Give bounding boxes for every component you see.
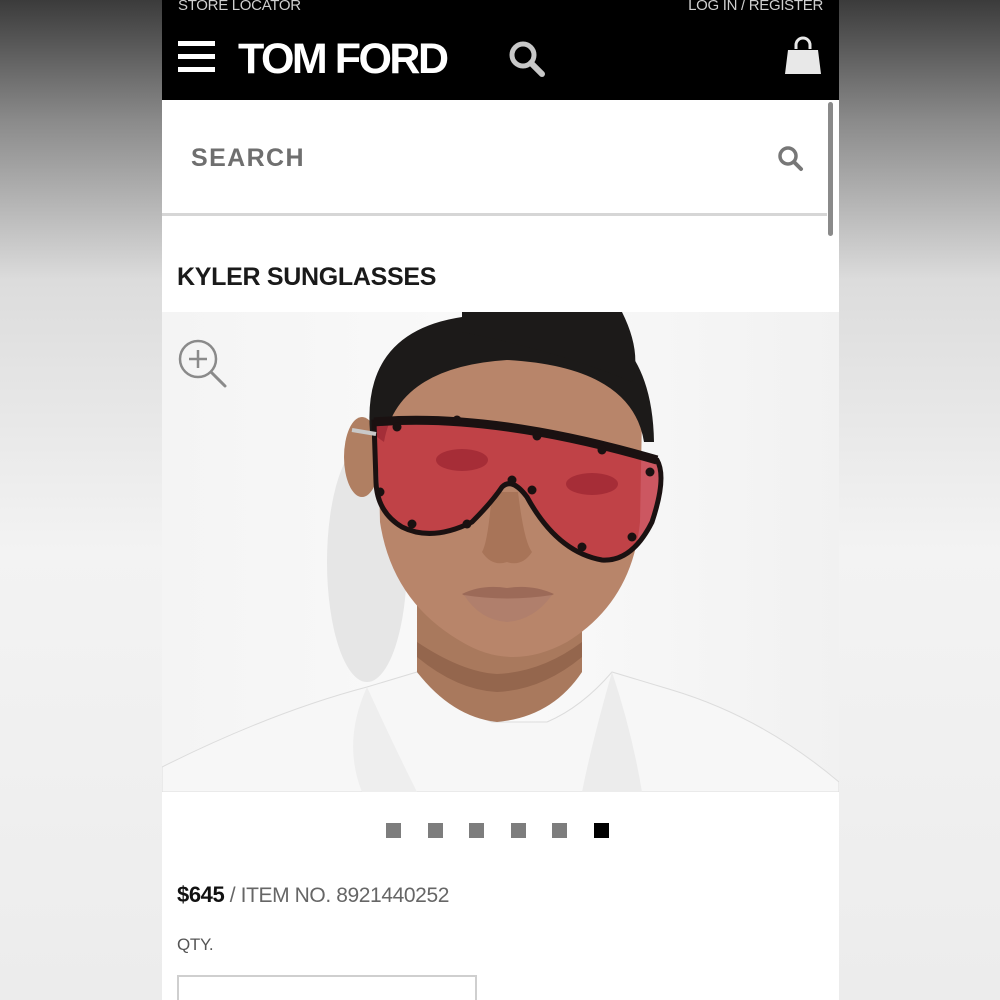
product-title: KYLER SUNGLASSES (177, 263, 437, 291)
scrollbar[interactable] (828, 102, 833, 236)
product-price: $645 (177, 882, 225, 907)
quantity-label: QTY. (177, 935, 214, 954)
shopping-bag-icon[interactable] (784, 36, 822, 76)
search-field[interactable]: SEARCH (162, 100, 827, 216)
model-wearing-sunglasses-image (162, 312, 839, 792)
brand-logo[interactable]: TOM FORD (238, 34, 449, 84)
gallery-dot-1[interactable] (386, 823, 401, 838)
store-locator-link[interactable]: STORE LOCATOR (178, 0, 301, 14)
search-icon[interactable] (507, 39, 547, 79)
gallery-dot-3[interactable] (469, 823, 485, 838)
menu-icon[interactable] (178, 41, 215, 73)
item-number: / ITEM NO. 8921440252 (224, 884, 450, 907)
gallery-dot-2[interactable] (427, 823, 443, 838)
gallery-dot-6[interactable] (594, 823, 609, 838)
zoom-in-icon[interactable] (177, 338, 227, 388)
search-submit-icon[interactable] (776, 144, 804, 172)
mobile-page: STORE LOCATOR LOG IN / REGISTER TOM FORD… (162, 0, 839, 1000)
login-register-link[interactable]: LOG IN / REGISTER (688, 0, 823, 14)
background-left (0, 0, 162, 1000)
background-right (839, 0, 1000, 1000)
quantity-select[interactable] (177, 975, 477, 1000)
site-header: STORE LOCATOR LOG IN / REGISTER TOM FORD (162, 0, 839, 100)
product-photo[interactable] (162, 312, 839, 792)
price-line: $645 / ITEM NO. 8921440252 (177, 882, 449, 908)
gallery-dot-4[interactable] (510, 823, 526, 838)
search-placeholder: SEARCH (191, 144, 305, 172)
gallery-dot-5[interactable] (552, 823, 568, 838)
